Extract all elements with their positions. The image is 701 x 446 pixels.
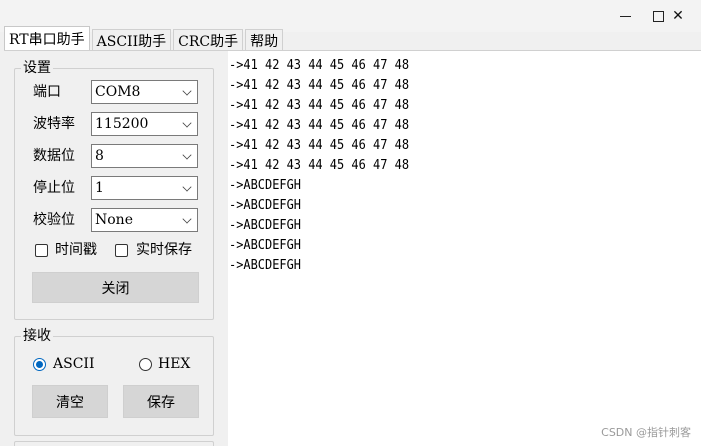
- realtime-save-label: 实时保存: [136, 242, 192, 258]
- timestamp-label: 时间戳: [55, 242, 97, 258]
- settings-group: 设置 端口 COM8 波特率 115200 数据位 8 停止位 1 校验位 No…: [14, 60, 214, 320]
- close-icon: ✕: [672, 8, 684, 24]
- output-line: ->41 42 43 44 45 46 47 48: [229, 158, 410, 173]
- parity-label: 校验位: [33, 212, 75, 228]
- clear-button[interactable]: 清空: [32, 385, 108, 418]
- port-select[interactable]: COM8: [91, 80, 198, 104]
- minimize-icon: [619, 15, 631, 17]
- settings-group-title: 设置: [21, 60, 53, 76]
- close-button[interactable]: ✕: [655, 4, 701, 28]
- chevron-down-icon: [182, 118, 192, 128]
- stop-bits-label: 停止位: [33, 180, 75, 196]
- tab-bar: RT串口助手 ASCII助手 CRC助手 帮助: [4, 26, 285, 51]
- port-label: 端口: [33, 84, 61, 100]
- left-panel: 设置 端口 COM8 波特率 115200 数据位 8 停止位 1 校验位 No…: [4, 51, 224, 446]
- receive-group-title: 接收: [21, 328, 53, 344]
- baud-rate-select[interactable]: 115200: [91, 112, 198, 136]
- hex-radio[interactable]: [139, 358, 152, 371]
- watermark: CSDN @指针刺客: [601, 426, 691, 439]
- output-line: ->ABCDEFGH: [229, 258, 302, 273]
- receive-output[interactable]: ->41 42 43 44 45 46 47 48 ->41 42 43 44 …: [228, 51, 701, 446]
- hex-label: HEX: [158, 356, 191, 372]
- receive-group: 接收 ASCII HEX 清空 保存: [14, 328, 214, 436]
- save-button[interactable]: 保存: [123, 385, 199, 418]
- output-line: ->ABCDEFGH: [229, 238, 302, 253]
- data-bits-value: 8: [95, 148, 104, 164]
- timestamp-checkbox[interactable]: [35, 244, 48, 257]
- baud-rate-label: 波特率: [33, 116, 75, 132]
- ascii-radio[interactable]: [33, 358, 46, 371]
- parity-select[interactable]: None: [91, 208, 198, 232]
- output-line: ->41 42 43 44 45 46 47 48: [229, 58, 410, 73]
- data-bits-select[interactable]: 8: [91, 144, 198, 168]
- parity-value: None: [95, 212, 133, 228]
- output-line: ->41 42 43 44 45 46 47 48: [229, 138, 410, 153]
- chevron-down-icon: [182, 86, 192, 96]
- tab-ascii-helper[interactable]: ASCII助手: [91, 29, 172, 51]
- chevron-down-icon: [182, 214, 192, 224]
- close-port-button[interactable]: 关闭: [32, 272, 199, 303]
- chevron-down-icon: [182, 150, 192, 160]
- tab-crc-helper[interactable]: CRC助手: [173, 29, 244, 51]
- stop-bits-value: 1: [95, 180, 104, 196]
- output-line: ->41 42 43 44 45 46 47 48: [229, 118, 410, 133]
- output-line: ->41 42 43 44 45 46 47 48: [229, 98, 410, 113]
- port-value: COM8: [95, 84, 141, 100]
- chevron-down-icon: [182, 182, 192, 192]
- ascii-label: ASCII: [53, 356, 95, 372]
- data-bits-label: 数据位: [33, 148, 75, 164]
- realtime-save-checkbox[interactable]: [115, 244, 128, 257]
- tab-help[interactable]: 帮助: [245, 29, 284, 51]
- output-line: ->ABCDEFGH: [229, 198, 302, 213]
- baud-rate-value: 115200: [95, 116, 149, 132]
- stop-bits-select[interactable]: 1: [91, 176, 198, 200]
- output-line: ->41 42 43 44 45 46 47 48: [229, 78, 410, 93]
- output-line: ->ABCDEFGH: [229, 218, 302, 233]
- tab-rt-serial[interactable]: RT串口助手: [4, 26, 90, 51]
- next-group-partial: [14, 441, 214, 446]
- output-line: ->ABCDEFGH: [229, 178, 302, 193]
